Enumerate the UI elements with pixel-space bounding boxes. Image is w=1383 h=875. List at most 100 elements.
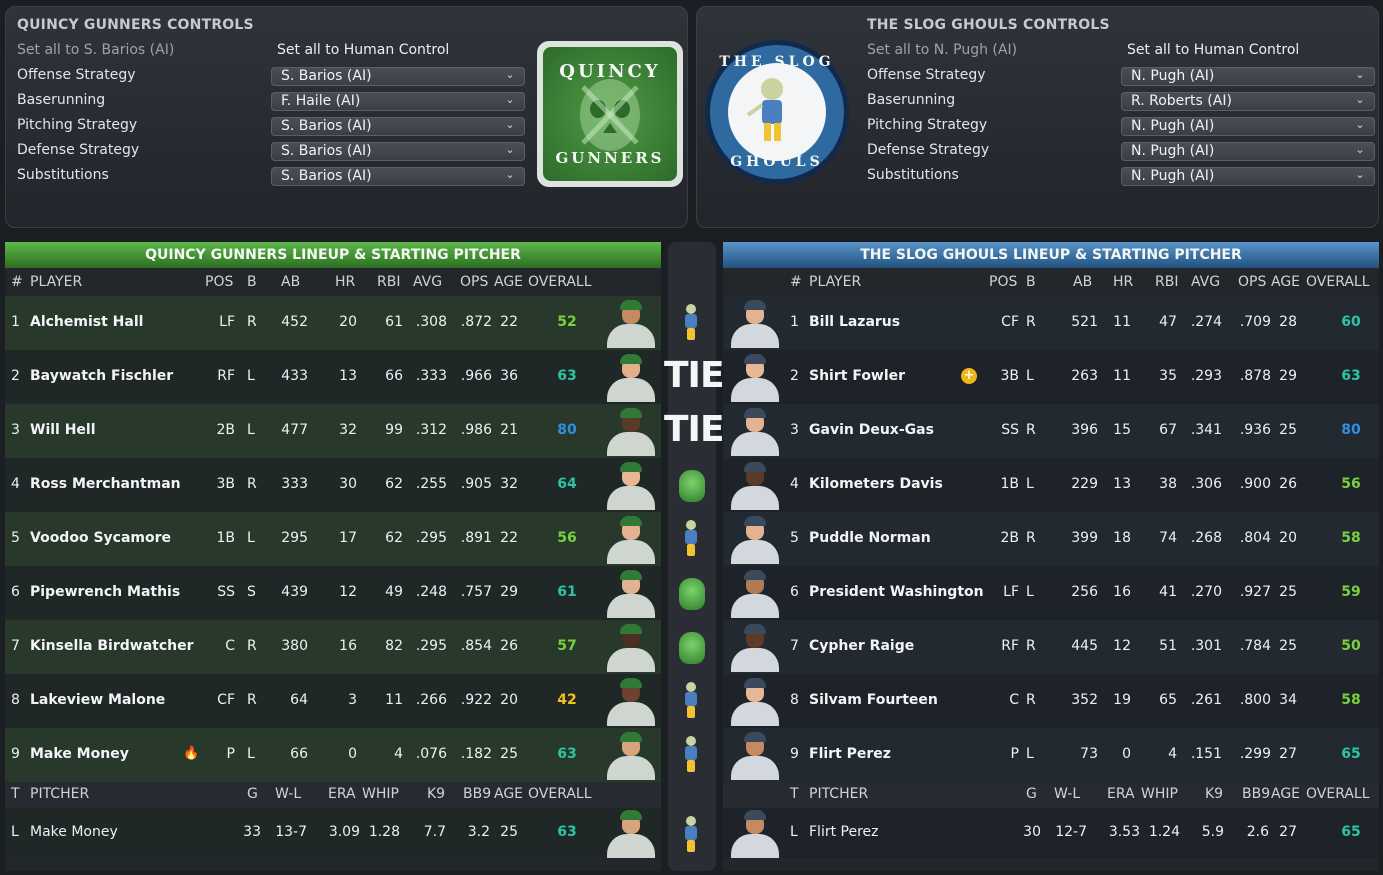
column-header-age[interactable]: AGE: [1271, 786, 1300, 802]
player-name[interactable]: Pipewrench Mathis: [30, 584, 180, 600]
player-name[interactable]: Silvam Fourteen: [809, 692, 938, 708]
pitcher-row[interactable]: L Flirt Perez 30 12-7 3.53 1.24 5.9 2.6 27 65: [723, 808, 1379, 858]
table-row[interactable]: 8 Lakeview Malone CF R 64 3 11.266.922 20 42: [5, 674, 661, 728]
table-row[interactable]: 7 Kinsella Birdwatcher C R 380 16 82.295.854 26…: [5, 620, 661, 674]
pitcher-name[interactable]: Flirt Perez: [809, 824, 879, 840]
set-all-ai-link[interactable]: Set all to S. Barios (AI): [17, 42, 174, 58]
table-row[interactable]: 1 Bill Lazarus CF R 521 11 47.274.709 28 60: [723, 296, 1379, 350]
column-header-ab[interactable]: AB: [1073, 274, 1092, 290]
column-header-t[interactable]: T: [11, 786, 20, 802]
logo-text-top: THE SLOG: [719, 54, 835, 70]
player-name[interactable]: Make Money: [30, 746, 129, 762]
control-dropdown[interactable]: N. Pugh (AI) ⌄: [1121, 142, 1375, 161]
table-row[interactable]: 9 Flirt Perez P L 73 0 4.151.299 27 65: [723, 728, 1379, 782]
player-name[interactable]: Ross Merchantman: [30, 476, 181, 492]
table-row[interactable]: 4 Ross Merchantman 3B R 333 30 62.255.905 32 64: [5, 458, 661, 512]
column-header-pos[interactable]: POS: [989, 274, 1017, 290]
column-header-g[interactable]: G: [247, 786, 258, 802]
set-all-human-link[interactable]: Set all to Human Control: [277, 42, 449, 58]
table-row[interactable]: 3 Will Hell 2B L 477 32 99.312.986 21 80: [5, 404, 661, 458]
column-header-bb9[interactable]: BB9: [1242, 786, 1270, 802]
chevron-down-icon: ⌄: [505, 68, 515, 81]
player-name[interactable]: Flirt Perez: [809, 746, 891, 762]
player-name[interactable]: Baywatch Fischler: [30, 368, 173, 384]
table-row[interactable]: 7 Cypher Raige RF R 445 12 51.301.784 25 50: [723, 620, 1379, 674]
column-header-wl[interactable]: W-L: [1054, 786, 1080, 802]
column-header-overall[interactable]: OVERALL: [528, 786, 592, 802]
column-header-ab[interactable]: AB: [281, 274, 300, 290]
control-dropdown[interactable]: N. Pugh (AI) ⌄: [1121, 117, 1375, 136]
column-header-era[interactable]: ERA: [328, 786, 356, 802]
player-name[interactable]: Kilometers Davis: [809, 476, 943, 492]
column-header-rbi[interactable]: RBI: [1155, 274, 1178, 290]
column-header-ops[interactable]: OPS: [460, 274, 488, 290]
player-name[interactable]: Will Hell: [30, 422, 96, 438]
control-dropdown[interactable]: S. Barios (AI) ⌄: [271, 117, 525, 136]
player-name[interactable]: Voodoo Sycamore: [30, 530, 171, 546]
column-header-pitcher[interactable]: PITCHER: [30, 786, 89, 802]
table-row[interactable]: 6 President Washington LF L 256 16 41.270.927 2…: [723, 566, 1379, 620]
table-row[interactable]: 3 Gavin Deux-Gas SS R 396 15 67.341.936 25 80: [723, 404, 1379, 458]
set-all-ai-link[interactable]: Set all to N. Pugh (AI): [867, 42, 1017, 58]
control-dropdown[interactable]: S. Barios (AI) ⌄: [271, 142, 525, 161]
column-header-hr[interactable]: HR: [335, 274, 355, 290]
column-header-age[interactable]: AGE: [494, 786, 523, 802]
player-name[interactable]: Cypher Raige: [809, 638, 914, 654]
table-row[interactable]: 5 Puddle Norman 2B R 399 18 74.268.804 20 58: [723, 512, 1379, 566]
table-row[interactable]: 2 Baywatch Fischler RF L 433 13 66.333.966 36 63: [5, 350, 661, 404]
column-header-pitcher[interactable]: PITCHER: [809, 786, 868, 802]
control-dropdown[interactable]: F. Haile (AI) ⌄: [271, 92, 525, 111]
column-header-num[interactable]: #: [11, 274, 23, 290]
table-row[interactable]: 1 Alchemist Hall LF R 452 20 61.308.872 22 52: [5, 296, 661, 350]
control-dropdown[interactable]: S. Barios (AI) ⌄: [271, 167, 525, 186]
column-header-num[interactable]: #: [790, 274, 802, 290]
column-header-g[interactable]: G: [1026, 786, 1037, 802]
column-header-wl[interactable]: W-L: [275, 786, 301, 802]
table-row[interactable]: 2 Shirt Fowler 3B L 263 11 35.293.878 29 63 +: [723, 350, 1379, 404]
player-name[interactable]: President Washington: [809, 584, 984, 600]
player-name[interactable]: Shirt Fowler: [809, 368, 905, 384]
column-header-overall[interactable]: OVERALL: [1306, 786, 1370, 802]
column-header-avg[interactable]: AVG: [413, 274, 442, 290]
player-name[interactable]: Bill Lazarus: [809, 314, 900, 330]
column-header-b[interactable]: B: [247, 274, 257, 290]
player-name[interactable]: Alchemist Hall: [30, 314, 143, 330]
column-header-whip[interactable]: WHIP: [1141, 786, 1178, 802]
player-name[interactable]: Kinsella Birdwatcher: [30, 638, 194, 654]
stat-rbi: 47: [1159, 314, 1177, 330]
table-row[interactable]: 9 Make Money P L 66 0 4.076.182 25 63 🔥: [5, 728, 661, 782]
column-header-bb9[interactable]: BB9: [463, 786, 491, 802]
column-header-ops[interactable]: OPS: [1238, 274, 1266, 290]
column-header-avg[interactable]: AVG: [1191, 274, 1220, 290]
column-header-rbi[interactable]: RBI: [377, 274, 400, 290]
player-name[interactable]: Lakeview Malone: [30, 692, 165, 708]
column-header-whip[interactable]: WHIP: [362, 786, 399, 802]
column-header-age[interactable]: AGE: [1271, 274, 1300, 290]
column-header-b[interactable]: B: [1026, 274, 1036, 290]
control-dropdown[interactable]: R. Roberts (AI) ⌄: [1121, 92, 1375, 111]
column-header-k9[interactable]: K9: [427, 786, 445, 802]
control-dropdown[interactable]: S. Barios (AI) ⌄: [271, 67, 525, 86]
player-name[interactable]: Puddle Norman: [809, 530, 931, 546]
table-row[interactable]: 6 Pipewrench Mathis SS S 439 12 49.248.757 29 61: [5, 566, 661, 620]
column-header-player[interactable]: PLAYER: [30, 274, 82, 290]
set-all-human-link[interactable]: Set all to Human Control: [1127, 42, 1299, 58]
table-row[interactable]: 5 Voodoo Sycamore 1B L 295 17 62.295.891 22 56: [5, 512, 661, 566]
table-row[interactable]: 8 Silvam Fourteen C R 352 19 65.261.800 34 58: [723, 674, 1379, 728]
cap-icon: [744, 462, 766, 472]
column-header-player[interactable]: PLAYER: [809, 274, 861, 290]
pitcher-row[interactable]: L Make Money 33 13-7 3.09 1.28 7.7 3.2 25 63: [5, 808, 661, 858]
column-header-overall[interactable]: OVERALL: [528, 274, 592, 290]
table-row[interactable]: 4 Kilometers Davis 1B L 229 13 38.306.900 26 56: [723, 458, 1379, 512]
column-header-age[interactable]: AGE: [494, 274, 523, 290]
column-header-hr[interactable]: HR: [1113, 274, 1133, 290]
control-dropdown[interactable]: N. Pugh (AI) ⌄: [1121, 167, 1375, 186]
column-header-pos[interactable]: POS: [205, 274, 233, 290]
column-header-overall[interactable]: OVERALL: [1306, 274, 1370, 290]
player-name[interactable]: Gavin Deux-Gas: [809, 422, 934, 438]
column-header-k9[interactable]: K9: [1205, 786, 1223, 802]
control-dropdown[interactable]: N. Pugh (AI) ⌄: [1121, 67, 1375, 86]
column-header-era[interactable]: ERA: [1107, 786, 1135, 802]
column-header-t[interactable]: T: [790, 786, 799, 802]
pitcher-name[interactable]: Make Money: [30, 824, 118, 840]
